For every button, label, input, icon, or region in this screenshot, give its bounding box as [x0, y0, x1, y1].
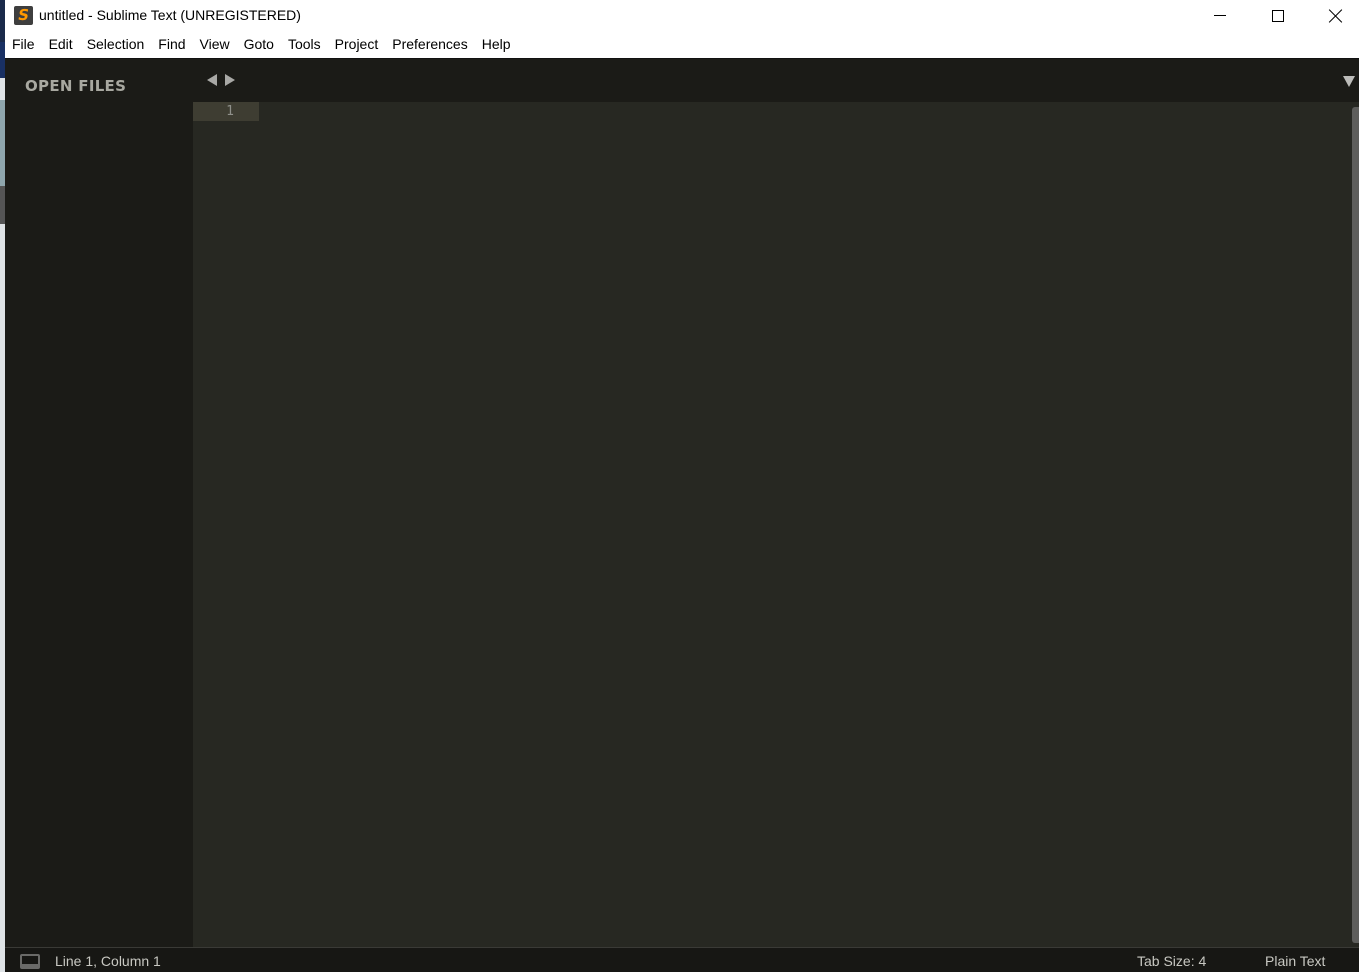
- tab-size-selector[interactable]: Tab Size: 4: [1137, 953, 1206, 969]
- cursor-position: Line 1, Column 1: [55, 953, 161, 969]
- minimize-icon: [1214, 15, 1226, 16]
- close-icon: [1329, 9, 1343, 23]
- triangle-right-icon[interactable]: [225, 74, 235, 86]
- window-title: untitled - Sublime Text (UNREGISTERED): [39, 7, 301, 23]
- menu-project[interactable]: Project: [330, 31, 384, 58]
- menu-selection[interactable]: Selection: [82, 31, 150, 58]
- sublime-text-logo-icon: S: [14, 6, 33, 25]
- menu-edit[interactable]: Edit: [44, 31, 78, 58]
- menu-file[interactable]: File: [7, 31, 40, 58]
- minimize-button[interactable]: [1191, 0, 1249, 31]
- maximize-button[interactable]: [1249, 0, 1307, 31]
- syntax-selector[interactable]: Plain Text: [1265, 953, 1325, 969]
- editor-area[interactable]: 1: [193, 102, 1359, 947]
- tab-strip: [193, 58, 1359, 102]
- menu-bar: File Edit Selection Find View Goto Tools…: [5, 31, 1359, 58]
- open-files-heading: OPEN FILES: [25, 77, 127, 95]
- close-button[interactable]: [1307, 0, 1359, 31]
- status-bar: Line 1, Column 1 Tab Size: 4 Plain Text: [5, 947, 1359, 972]
- menu-goto[interactable]: Goto: [239, 31, 279, 58]
- menu-preferences[interactable]: Preferences: [387, 31, 472, 58]
- vertical-scrollbar[interactable]: [1352, 107, 1359, 943]
- menu-help[interactable]: Help: [477, 31, 516, 58]
- triangle-left-icon[interactable]: [207, 74, 217, 86]
- sidebar: OPEN FILES: [5, 58, 193, 947]
- logo-glyph: S: [16, 6, 31, 24]
- title-bar: S untitled - Sublime Text (UNREGISTERED): [5, 0, 1359, 31]
- panel-toggle-icon[interactable]: [20, 954, 40, 969]
- menu-view[interactable]: View: [195, 31, 235, 58]
- maximize-icon: [1272, 9, 1284, 22]
- triangle-down-icon[interactable]: [1343, 76, 1355, 87]
- sublime-text-window: S untitled - Sublime Text (UNREGISTERED)…: [5, 0, 1359, 972]
- line-number: 1: [226, 104, 234, 119]
- menu-tools[interactable]: Tools: [283, 31, 326, 58]
- menu-find[interactable]: Find: [153, 31, 190, 58]
